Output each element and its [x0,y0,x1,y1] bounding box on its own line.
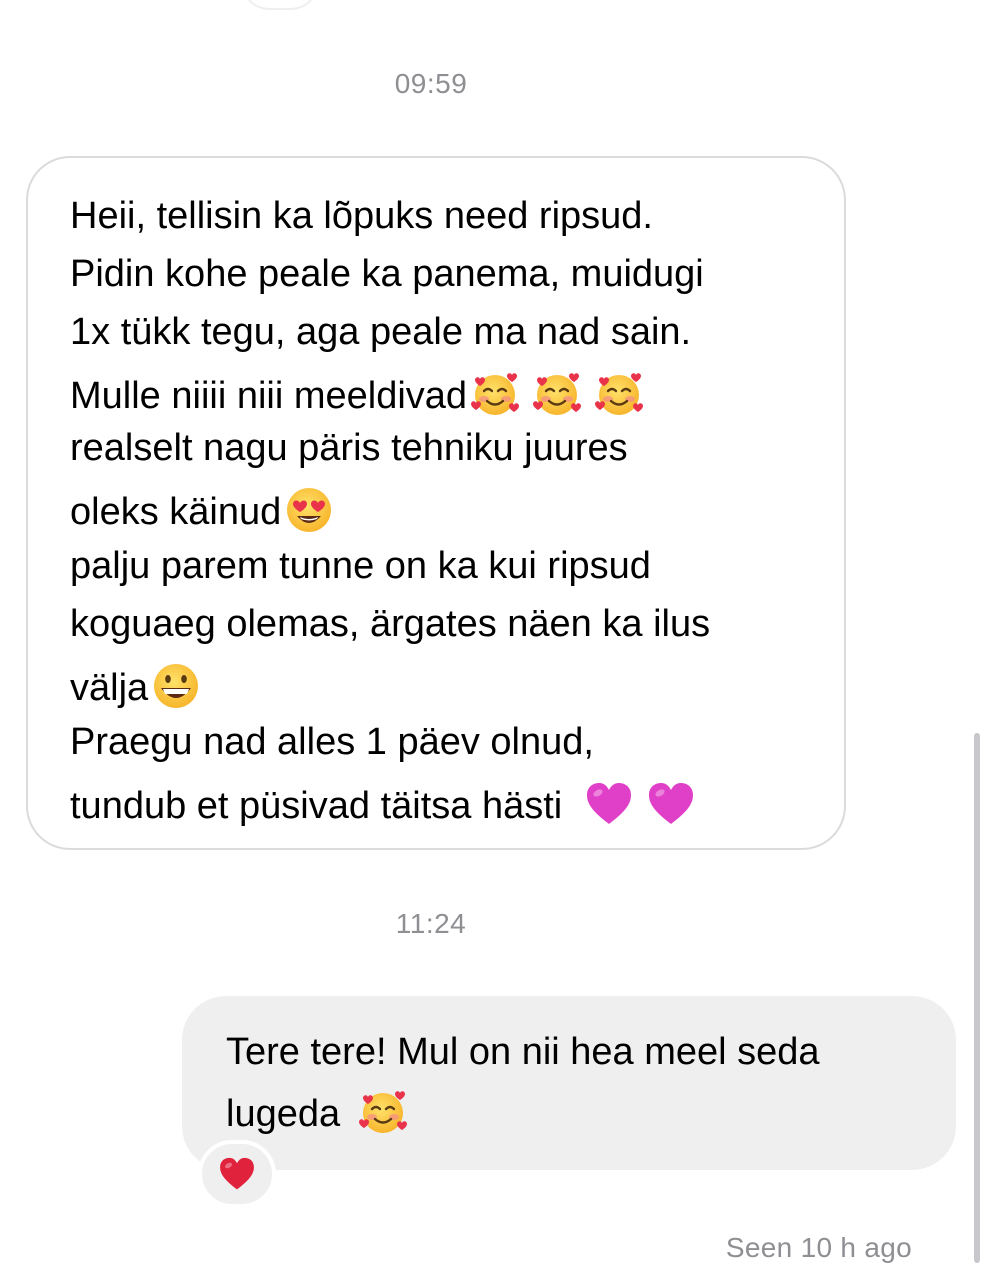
smiling-face-with-hearts-icon [531,368,583,420]
message-reaction[interactable] [198,1140,276,1208]
message-text: lugeda [226,1093,351,1135]
message-line: Pidin kohe peale ka panema, muidugi [70,253,704,295]
message-line: Tere tere! Mul on nii hea meel seda [226,1031,820,1073]
scrollbar[interactable] [974,733,980,1263]
message-line-with-emoji: oleks käinud [70,484,337,536]
smiling-face-with-hearts-icon [469,368,521,420]
previous-message-bubble[interactable] [240,0,320,10]
message-line: palju parem tunne on ka kui ripsud [70,545,651,587]
message-line-with-emoji: lugeda [226,1086,411,1138]
purple-heart-icon [645,778,697,830]
message-text: välja [70,667,149,709]
incoming-message-bubble[interactable]: Heii, tellisin ka lõpuks need ripsud. Pi… [26,156,846,850]
message-text: oleks käinud [70,491,282,533]
message-line-with-emoji: Mulle niiii niii meeldivad [70,368,647,420]
message-line: Praegu nad alles 1 päev olnud, [70,721,594,763]
message-line: 1x tükk tegu, aga peale ma nad sain. [70,311,692,353]
heart-eyes-icon [283,484,335,536]
message-text: Mulle niiii niii meeldivad [70,375,468,417]
seen-status: Seen 10 h ago [725,1232,912,1263]
smiling-face-with-hearts-icon [357,1086,409,1138]
grinning-face-icon [150,660,202,712]
message-line-with-emoji: tundub et püsivad täitsa hästi [70,778,699,830]
message-line: koguaeg olemas, ärgates näen ka ilus [70,603,711,645]
timestamp: 11:24 [395,908,467,939]
red-heart-icon [217,1154,257,1194]
outgoing-message-bubble[interactable]: Tere tere! Mul on nii hea meel seda luge… [182,996,956,1170]
purple-heart-icon [583,778,635,830]
timestamp: 09:59 [394,68,468,99]
message-line: Heii, tellisin ka lõpuks need ripsud. [70,195,653,237]
message-line-with-emoji: välja [70,660,204,712]
smiling-face-with-hearts-icon [593,368,645,420]
message-line: realselt nagu päris tehniku juures [70,427,628,469]
message-text: tundub et püsivad täitsa hästi [70,785,573,827]
